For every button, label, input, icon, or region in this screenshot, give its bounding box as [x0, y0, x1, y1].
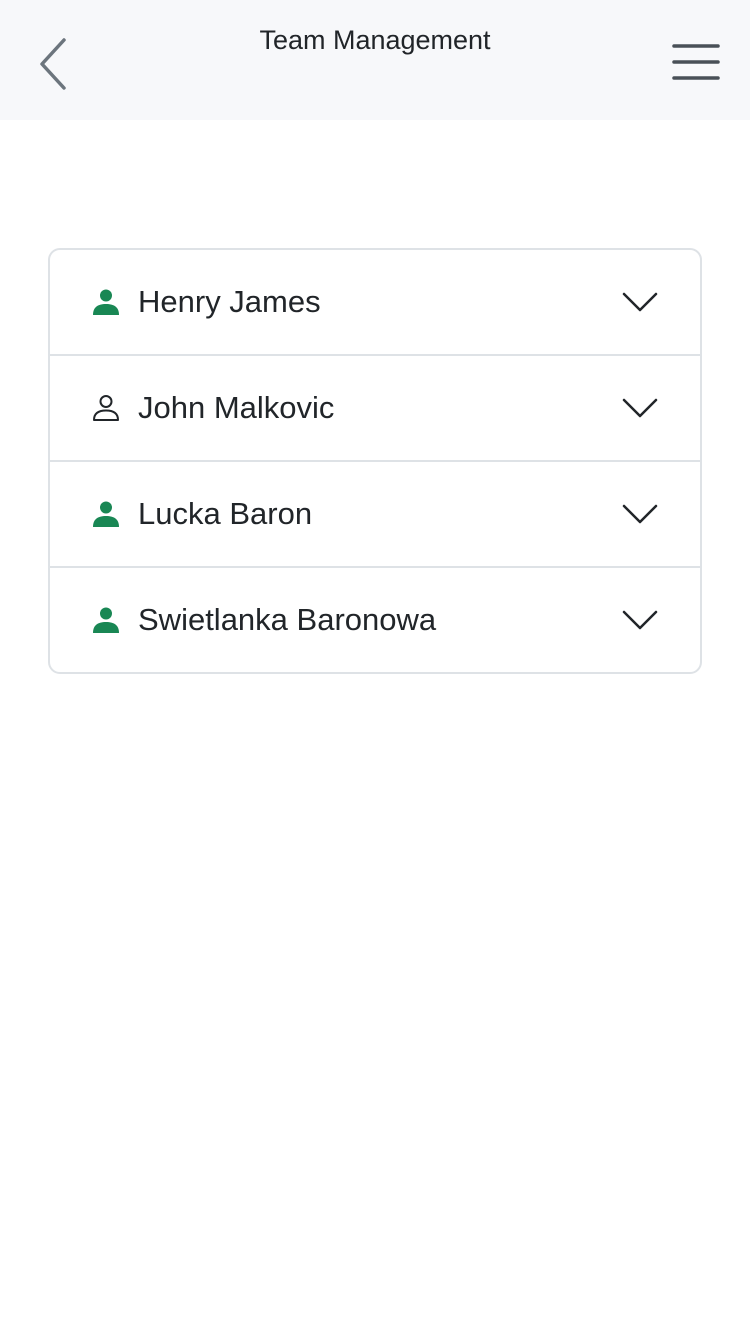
team-member-name: John Malkovic — [138, 390, 335, 425]
team-member-row[interactable]: Henry James — [50, 250, 700, 356]
team-member-row[interactable]: Swietlanka Baronowa — [50, 568, 700, 672]
team-member-row[interactable]: Lucka Baron — [50, 462, 700, 568]
chevron-down-icon[interactable] — [622, 608, 658, 632]
person-outline-icon — [92, 394, 120, 422]
team-member-name: Henry James — [138, 284, 321, 319]
menu-button[interactable] — [664, 34, 728, 90]
team-member-row[interactable]: John Malkovic — [50, 356, 700, 462]
chevron-down-icon[interactable] — [622, 396, 658, 420]
back-button[interactable] — [30, 30, 78, 94]
team-member-name: Lucka Baron — [138, 496, 313, 531]
chevron-down-icon[interactable] — [622, 290, 658, 314]
chevron-down-icon[interactable] — [622, 502, 658, 526]
hamburger-menu-icon — [672, 44, 720, 80]
team-member-list: Henry James John Malkovic Lucka Baron Sw… — [48, 248, 702, 674]
person-fill-icon — [92, 500, 120, 528]
person-fill-icon — [92, 288, 120, 316]
team-member-name: Swietlanka Baronowa — [138, 602, 437, 637]
person-fill-icon — [92, 606, 120, 634]
top-nav-bar: Team Management — [0, 0, 750, 120]
chevron-left-icon — [40, 38, 66, 90]
page-title: Team Management — [259, 25, 491, 55]
